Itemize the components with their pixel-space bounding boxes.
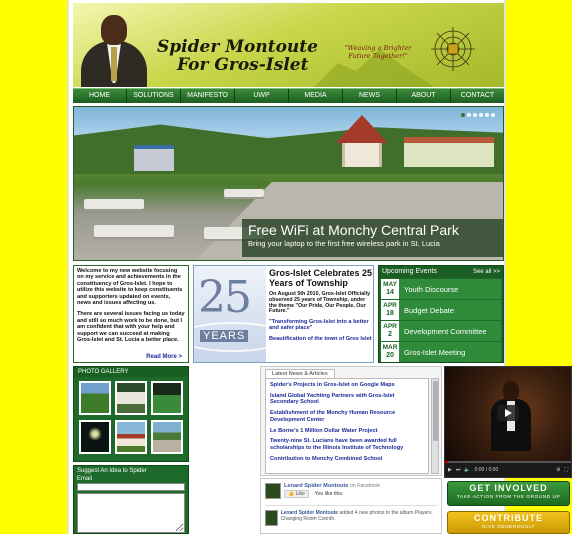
gallery-thumbnail[interactable] <box>115 381 147 415</box>
main-nav: HOME SOLUTIONS MANIFESTO UWP MEDIA NEWS … <box>73 88 504 103</box>
thumbs-up-icon: 👍 <box>288 491 296 497</box>
slider-dot[interactable] <box>467 113 471 117</box>
avatar[interactable] <box>265 510 278 526</box>
welcome-box: Welcome to my new website focusing on my… <box>73 265 189 363</box>
upcoming-events: Upcoming Events See all >> MAY 14 Youth D… <box>378 265 504 363</box>
play-icon[interactable] <box>497 405 519 421</box>
event-title: Budget Debate <box>404 305 455 315</box>
gallery-thumbnail[interactable] <box>79 381 111 415</box>
slider-dot[interactable] <box>479 113 483 117</box>
contribute-button[interactable]: CONTRIBUTE GIVE GENEROUSLY <box>447 511 570 534</box>
news-link[interactable]: Establishment of the Monchy Human Resour… <box>270 410 424 423</box>
page-container: Spider Montoute For Gros-Islet "Weaving … <box>67 0 572 534</box>
event-title: Development Committee <box>404 326 487 336</box>
feature-article: 25 YEARS Gros-Islet Celebrates 25 Years … <box>193 265 374 363</box>
events-heading: Upcoming Events <box>382 268 437 275</box>
gallery-thumbnail[interactable] <box>151 381 183 415</box>
event-date: APR 2 <box>381 321 399 341</box>
event-date: MAY 14 <box>381 279 399 299</box>
site-slogan: "Weaving a Brighter Future Together!" <box>344 44 412 60</box>
gallery-thumbnail[interactable] <box>151 420 183 454</box>
event-title: Youth Discourse <box>404 284 459 294</box>
read-more-link[interactable]: Read More > <box>146 354 182 360</box>
facebook-widget: Lenard Spider Montoute on Facebook 👍 Lik… <box>260 478 442 534</box>
feature-link[interactable]: "Transforming Gros-Islet into a better a… <box>269 319 373 331</box>
event-item[interactable]: MAR 20 Gros-Islet Meeting <box>381 342 501 362</box>
get-involved-button[interactable]: GET INVOLVED TAKE ACTION FROM THE GROUND… <box>447 481 570 506</box>
25-years-image: 25 YEARS <box>194 266 266 362</box>
hero-subtitle: Bring your laptop to the first free wire… <box>248 239 440 248</box>
fb-likes-text: You like this. <box>314 491 344 497</box>
see-all-link[interactable]: See all >> <box>473 266 500 278</box>
video-controls: ▶ ⏭ 🔈 0:00 / 0:00 ⚙ ⛶ <box>445 463 571 477</box>
news-link[interactable]: Spider's Projects in Gros-Islet on Googl… <box>270 382 424 388</box>
nav-uwp[interactable]: UWP <box>235 89 289 103</box>
latest-news: Latest News & Articles Spider's Projects… <box>260 366 442 476</box>
video-player[interactable]: ▶ ⏭ 🔈 0:00 / 0:00 ⚙ ⛶ <box>444 366 572 478</box>
hero-slider[interactable]: Free WiFi at Monchy Central Park Bring y… <box>73 106 504 261</box>
email-field[interactable] <box>77 483 185 491</box>
suggest-heading: Suggest An Idea to Spider <box>77 468 147 474</box>
fullscreen-icon[interactable]: ⛶ <box>564 467 568 473</box>
feature-link[interactable]: Beautification of the town of Gros Islet <box>269 336 373 342</box>
photo-gallery: PHOTO GALLERY <box>73 366 189 462</box>
welcome-paragraph: Welcome to my new website focusing on my… <box>77 268 183 307</box>
tab-latest-news[interactable]: Latest News & Articles <box>265 369 335 378</box>
slider-dots <box>461 113 495 117</box>
event-title: Gros-Islet Meeting <box>404 347 466 357</box>
nav-manifesto[interactable]: MANIFESTO <box>181 89 235 103</box>
hero-title: Free WiFi at Monchy Central Park <box>248 222 459 238</box>
event-item[interactable]: APR 18 Budget Debate <box>381 300 501 320</box>
settings-icon[interactable]: ⚙ <box>556 467 560 473</box>
avatar[interactable] <box>265 483 281 499</box>
fb-like-button[interactable]: 👍 Like <box>284 490 309 498</box>
event-date: MAR 20 <box>381 342 399 362</box>
gazebo-image <box>336 115 388 167</box>
slider-dot[interactable] <box>485 113 489 117</box>
site-title-line1: Spider Montoute <box>157 37 318 57</box>
fb-on-facebook: on Facebook <box>350 483 380 489</box>
volume-icon[interactable]: 🔈 <box>464 467 470 473</box>
fb-page-name[interactable]: Lenard Spider Montoute <box>284 483 348 489</box>
gallery-thumbnail[interactable] <box>115 420 147 454</box>
feature-title[interactable]: Gros-Islet Celebrates 25 Years of Townsh… <box>269 268 373 288</box>
video-time: 0:00 / 0:00 <box>474 467 499 473</box>
slider-dot[interactable] <box>461 113 465 117</box>
nav-media[interactable]: MEDIA <box>289 89 343 103</box>
event-date: APR 18 <box>381 300 399 320</box>
news-scrollbar[interactable] <box>431 378 439 474</box>
news-link[interactable]: Le Borne's 1 Million Dollar Water Projec… <box>270 428 424 434</box>
play-button-icon[interactable]: ▶ <box>448 467 452 473</box>
hero-caption[interactable]: Free WiFi at Monchy Central Park Bring y… <box>242 219 503 257</box>
gallery-heading: PHOTO GALLERY <box>74 367 188 377</box>
nav-contact[interactable]: CONTACT <box>451 89 504 103</box>
feature-body: On August 5th 2010, Gros-Islet Officiall… <box>269 291 371 315</box>
years-label: YEARS <box>200 330 249 342</box>
news-link[interactable]: Island Global Yachting Partners with Gro… <box>270 393 424 406</box>
slider-dot[interactable] <box>491 113 495 117</box>
email-label: Email <box>77 476 93 482</box>
gallery-thumbnail[interactable] <box>79 420 111 454</box>
nav-home[interactable]: HOME <box>73 89 127 103</box>
candidate-portrait <box>79 11 149 87</box>
fb-post: Lenard Spider Montoute added 4 new photo… <box>265 505 437 526</box>
spiderweb-logo-icon <box>431 27 475 71</box>
site-title-line2: For Gros-Islet <box>177 55 309 75</box>
idea-textarea[interactable] <box>77 493 185 533</box>
nav-solutions[interactable]: SOLUTIONS <box>127 89 181 103</box>
next-icon[interactable]: ⏭ <box>456 467 461 473</box>
nav-news[interactable]: NEWS <box>343 89 397 103</box>
news-link[interactable]: Twenty-nine St. Lucians have been awarde… <box>270 438 424 451</box>
news-list: Spider's Projects in Gros-Islet on Googl… <box>265 378 429 474</box>
event-item[interactable]: APR 2 Development Committee <box>381 321 501 341</box>
suggest-idea-form: Suggest An Idea to Spider Email <box>73 465 189 534</box>
site-header: Spider Montoute For Gros-Islet "Weaving … <box>73 3 504 87</box>
years-number: 25 <box>198 272 252 323</box>
welcome-paragraph: There are several issues facing us today… <box>77 311 185 344</box>
slider-dot[interactable] <box>473 113 477 117</box>
nav-about[interactable]: ABOUT <box>397 89 451 103</box>
news-link[interactable]: Contribution to Monchy Combined School <box>270 456 424 462</box>
event-item[interactable]: MAY 14 Youth Discourse <box>381 279 501 299</box>
